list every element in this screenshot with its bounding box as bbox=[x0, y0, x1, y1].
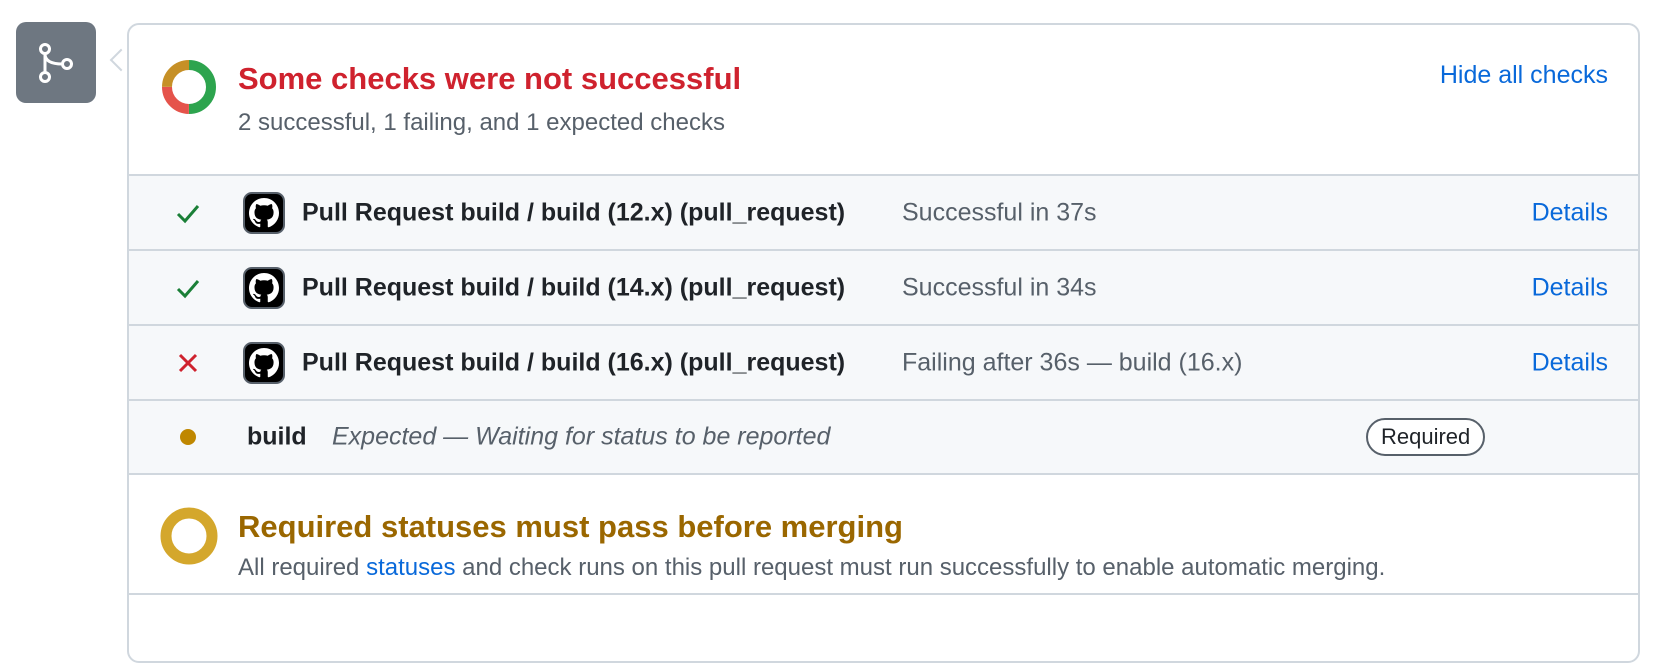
details-link[interactable]: Details bbox=[1532, 273, 1608, 302]
github-actions-avatar bbox=[243, 341, 285, 384]
x-icon bbox=[175, 350, 201, 376]
required-badge: Required bbox=[1366, 418, 1486, 456]
check-description: Failing after 36s — build (16.x) bbox=[902, 348, 1243, 376]
check-description: Successful in 37s bbox=[902, 198, 1097, 226]
check-description: Successful in 34s bbox=[902, 273, 1097, 301]
github-actions-avatar bbox=[243, 266, 285, 309]
merge-desc-before: All required bbox=[238, 554, 367, 581]
checks-summary: Some checks were not successful 2 succes… bbox=[129, 25, 1638, 174]
merge-requirements-description: All required statuses and check runs on … bbox=[238, 554, 1385, 582]
merge-desc-after: and check runs on this pull request must… bbox=[455, 554, 1386, 581]
checks-status-donut-icon bbox=[162, 60, 216, 114]
checks-list: Pull Request build / build (12.x) (pull_… bbox=[129, 174, 1638, 475]
check-description: Expected — Waiting for status to be repo… bbox=[332, 422, 831, 451]
check-name: Pull Request build / build (16.x) (pull_… bbox=[302, 348, 846, 376]
check-row: Pull Request build / build (16.x) (pull_… bbox=[129, 326, 1638, 401]
details-link[interactable]: Details bbox=[1532, 198, 1608, 227]
check-row: Pull Request build / build (12.x) (pull_… bbox=[129, 176, 1638, 251]
check-name: build bbox=[247, 422, 307, 451]
merge-requirements-title: Required statuses must pass before mergi… bbox=[238, 509, 903, 544]
hide-all-checks-link[interactable]: Hide all checks bbox=[1440, 61, 1608, 90]
dot-icon bbox=[175, 424, 201, 450]
github-actions-avatar bbox=[243, 191, 285, 234]
github-logo-icon bbox=[249, 347, 279, 377]
statuses-link[interactable]: statuses bbox=[366, 554, 455, 581]
summary-subtitle: 2 successful, 1 failing, and 1 expected … bbox=[238, 109, 725, 136]
details-link[interactable]: Details bbox=[1532, 348, 1608, 377]
pending-ring-icon bbox=[160, 507, 218, 565]
check-row: Pull Request build / build (14.x) (pull_… bbox=[129, 251, 1638, 326]
check-name: Pull Request build / build (14.x) (pull_… bbox=[302, 273, 846, 301]
github-logo-icon bbox=[249, 197, 279, 227]
check-name: Pull Request build / build (12.x) (pull_… bbox=[302, 198, 846, 226]
check-row: build Expected — Waiting for status to b… bbox=[129, 401, 1638, 475]
divider bbox=[129, 593, 1638, 595]
check-icon bbox=[175, 200, 201, 226]
github-logo-icon bbox=[249, 272, 279, 302]
summary-title: Some checks were not successful bbox=[238, 61, 742, 96]
merge-requirements: Required statuses must pass before mergi… bbox=[129, 478, 1638, 618]
git-branch-icon bbox=[39, 42, 73, 83]
checks-panel: Some checks were not successful 2 succes… bbox=[127, 23, 1640, 663]
git-branch-badge bbox=[16, 22, 96, 103]
check-icon bbox=[175, 275, 201, 301]
